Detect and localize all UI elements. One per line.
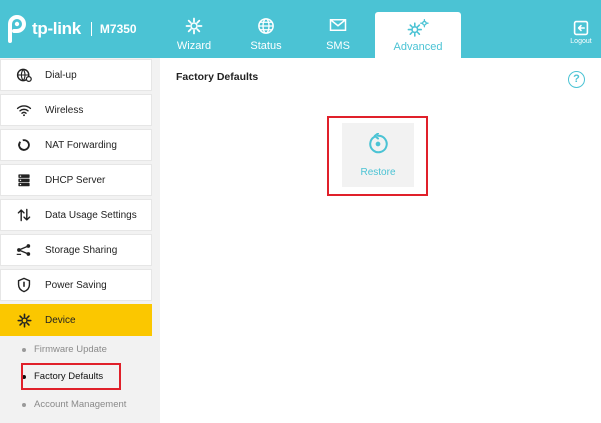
restore-label: Restore: [360, 167, 396, 178]
restore-button[interactable]: Restore: [342, 123, 414, 187]
tab-status[interactable]: Status: [231, 0, 301, 58]
sidebar-item-dhcp-server[interactable]: DHCP Server: [0, 164, 152, 196]
nat-icon: [15, 137, 33, 153]
sidebar-item-storage-sharing[interactable]: Storage Sharing: [0, 234, 152, 266]
tab-sms[interactable]: SMS: [303, 0, 373, 58]
subitem-label: Account Management: [34, 399, 127, 410]
sidebar-item-label: Wireless: [45, 104, 84, 116]
sidebar-item-nat-forwarding[interactable]: NAT Forwarding: [0, 129, 152, 161]
brand-logo: tp-link M7350: [6, 14, 137, 44]
sidebar-item-wireless[interactable]: Wireless: [0, 94, 152, 126]
restore-icon: [369, 133, 388, 154]
shield-icon: [15, 277, 33, 293]
data-arrows-icon: [15, 207, 33, 223]
logout-icon: [573, 20, 589, 36]
tab-label: SMS: [326, 40, 350, 52]
brand-name: tp-link: [32, 19, 81, 38]
logout-button[interactable]: Logout: [566, 20, 596, 54]
tab-label: Advanced: [393, 41, 443, 53]
subitem-label: Firmware Update: [34, 344, 107, 355]
sidebar-item-device[interactable]: Device: [0, 304, 152, 336]
gear-icon: [15, 312, 33, 328]
share-icon: [15, 242, 33, 258]
bullet-icon: [22, 402, 26, 407]
sidebar-item-power-saving[interactable]: Power Saving: [0, 269, 152, 301]
sidebar-item-label: Power Saving: [45, 279, 107, 291]
sidebar-item-dial-up[interactable]: Dial-up: [0, 59, 152, 91]
top-header: tp-link M7350 Wizard Status SMS Advanced…: [0, 0, 601, 58]
logout-label: Logout: [570, 38, 592, 45]
tab-wizard[interactable]: Wizard: [159, 0, 229, 58]
sidebar: Dial-up Wireless NAT Forwarding DHCP Ser…: [0, 58, 160, 423]
wifi-icon: [15, 102, 33, 118]
globe-settings-icon: [15, 67, 33, 83]
sidebar-item-label: Device: [45, 314, 76, 326]
restore-highlight: Restore: [327, 116, 428, 196]
sidebar-item-label: Dial-up: [45, 69, 77, 81]
sidebar-item-label: Data Usage Settings: [45, 209, 137, 221]
envelope-icon: [329, 19, 347, 31]
tplink-logo-icon: [6, 15, 28, 43]
sidebar-item-label: NAT Forwarding: [45, 139, 117, 151]
tab-label: Status: [250, 40, 282, 52]
main-panel: Factory Defaults ? Restore: [160, 58, 601, 423]
server-icon: [15, 172, 33, 188]
page-title: Factory Defaults: [176, 71, 259, 83]
globe-icon: [258, 18, 274, 34]
bullet-icon: [22, 347, 26, 352]
sidebar-subitem-firmware-update[interactable]: Firmware Update: [22, 344, 107, 355]
sidebar-item-label: DHCP Server: [45, 174, 106, 186]
gear-icon: [185, 17, 203, 35]
sidebar-item-data-usage-settings[interactable]: Data Usage Settings: [0, 199, 152, 231]
sidebar-item-label: Storage Sharing: [45, 244, 118, 256]
model-name: M7350: [99, 22, 137, 36]
help-button[interactable]: ?: [568, 71, 585, 88]
gears-icon: [407, 18, 429, 37]
factory-defaults-highlight: [21, 363, 121, 390]
logo-divider: [90, 22, 92, 36]
tab-advanced[interactable]: Advanced: [375, 12, 461, 58]
tab-label: Wizard: [176, 40, 212, 52]
sidebar-subitem-account-management[interactable]: Account Management: [22, 399, 126, 410]
